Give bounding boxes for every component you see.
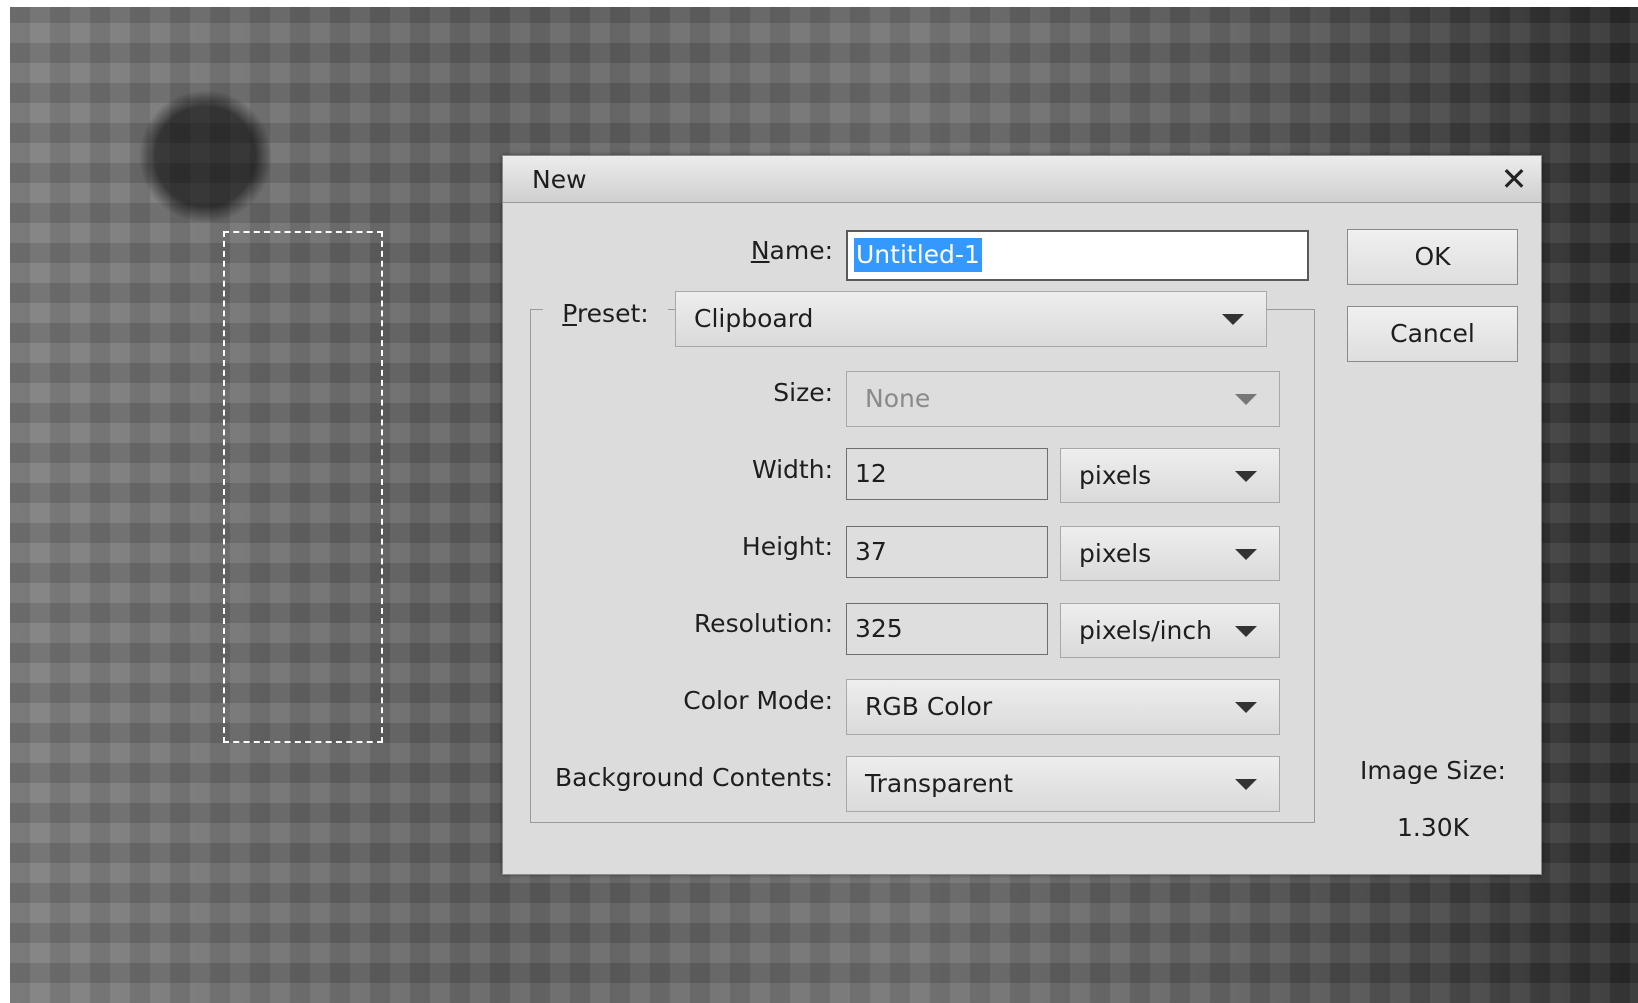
height-input[interactable]: 37 [846, 526, 1048, 578]
width-input[interactable]: 12 [846, 448, 1048, 500]
chevron-down-icon [1235, 548, 1257, 560]
width-label: Width: [751, 455, 833, 484]
resolution-input[interactable]: 325 [846, 603, 1048, 655]
new-document-dialog: New ✕ Name: Untitled-1 Preset: Clipboard… [502, 155, 1542, 875]
height-unit-dropdown[interactable]: pixels [1060, 526, 1280, 581]
preset-value: Clipboard [694, 304, 814, 333]
height-unit-value: pixels [1079, 539, 1152, 568]
resolution-label: Resolution: [693, 609, 833, 638]
ok-button[interactable]: OK [1347, 229, 1518, 285]
dialog-title: New [532, 165, 587, 194]
size-label: Size: [773, 378, 833, 407]
resolution-unit-value: pixels/inch [1079, 616, 1212, 645]
background-contents-label: Background Contents: [555, 763, 833, 792]
chevron-down-icon [1235, 625, 1257, 637]
size-dropdown[interactable]: None [846, 371, 1280, 427]
preset-label: Preset: [543, 299, 668, 328]
resolution-unit-dropdown[interactable]: pixels/inch [1060, 603, 1280, 658]
color-mode-dropdown[interactable]: RGB Color [846, 679, 1280, 735]
image-size-value: 1.30K [1396, 813, 1470, 842]
image-size-label: Image Size: [1360, 756, 1506, 785]
chevron-down-icon [1235, 470, 1257, 482]
name-input[interactable]: Untitled-1 [846, 230, 1309, 281]
close-icon[interactable]: ✕ [1497, 162, 1531, 196]
cancel-button[interactable]: Cancel [1347, 306, 1518, 362]
height-label: Height: [741, 532, 833, 561]
size-value: None [865, 384, 931, 413]
width-unit-dropdown[interactable]: pixels [1060, 448, 1280, 503]
background-contents-dropdown[interactable]: Transparent [846, 756, 1280, 812]
dialog-titlebar[interactable]: New ✕ [503, 156, 1541, 203]
name-input-value: Untitled-1 [854, 238, 982, 272]
chevron-down-icon [1222, 314, 1244, 325]
selection-marquee[interactable] [223, 231, 383, 743]
chevron-down-icon [1235, 779, 1257, 790]
color-mode-label: Color Mode: [683, 686, 833, 715]
color-mode-value: RGB Color [865, 692, 993, 721]
chevron-down-icon [1235, 394, 1257, 405]
width-unit-value: pixels [1079, 461, 1152, 490]
preset-dropdown[interactable]: Clipboard [675, 291, 1267, 347]
background-contents-value: Transparent [865, 769, 1014, 798]
chevron-down-icon [1235, 702, 1257, 713]
name-label: Name: [750, 236, 833, 265]
